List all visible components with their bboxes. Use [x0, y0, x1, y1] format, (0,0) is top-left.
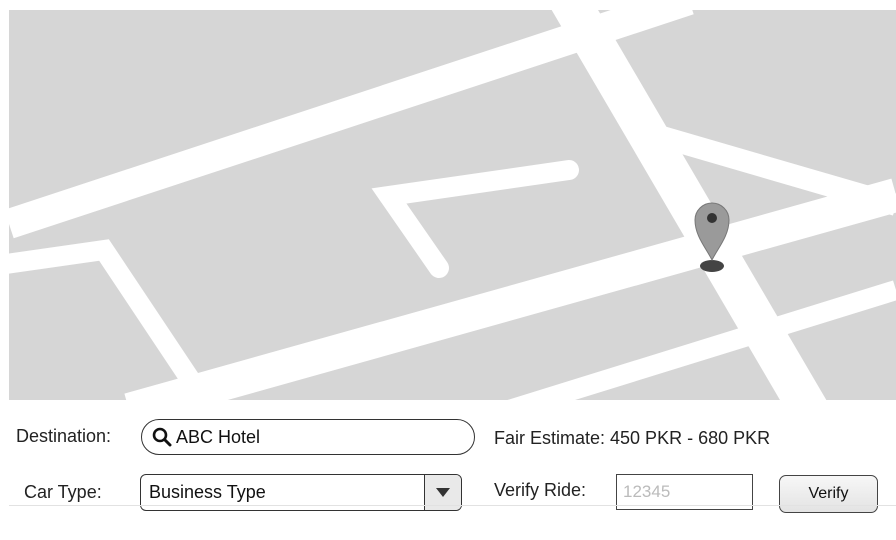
search-icon [152, 427, 172, 447]
chevron-down-icon [436, 487, 450, 497]
destination-label: Destination: [16, 426, 112, 446]
destination-input[interactable] [176, 426, 446, 448]
fare-estimate: Fair Estimate: 450 PKR - 680 PKR [494, 428, 771, 448]
destination-search-field[interactable] [141, 419, 475, 455]
divider [9, 505, 896, 506]
car-type-selected-value: Business Type [149, 482, 266, 502]
car-type-label: Car Type: [24, 482, 102, 502]
verify-button[interactable]: Verify [779, 475, 878, 513]
map-view[interactable] [9, 10, 896, 400]
verify-ride-label: Verify Ride: [494, 480, 587, 500]
map-canvas [9, 10, 896, 400]
